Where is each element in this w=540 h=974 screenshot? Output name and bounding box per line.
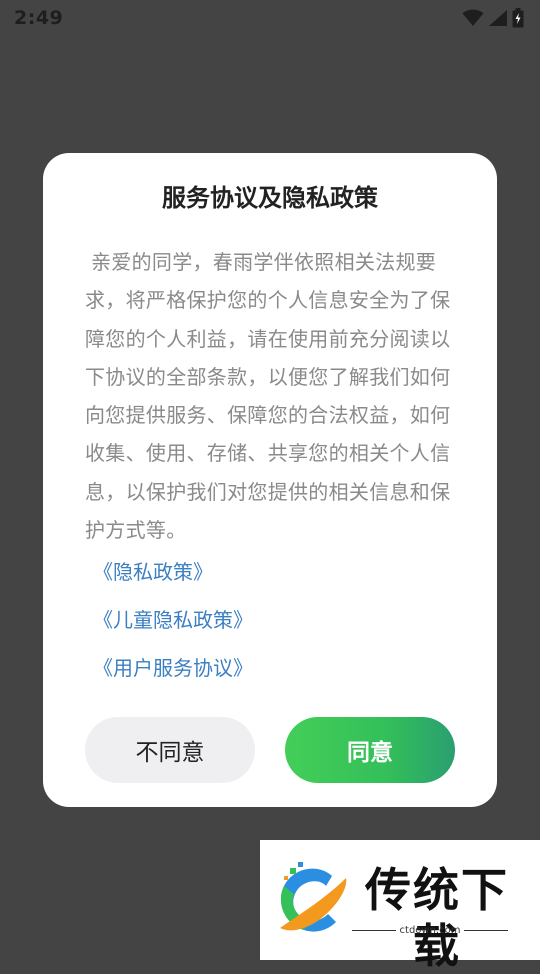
dialog-body-text: 亲爱的同学，春雨学伴依照相关法规要求，将严格保护您的个人信息安全为了保障您的个人… [85, 250, 451, 543]
agree-button[interactable]: 同意 [285, 717, 455, 783]
disagree-button[interactable]: 不同意 [85, 717, 255, 783]
battery-icon [512, 8, 524, 28]
status-icons [462, 8, 524, 28]
children-privacy-policy-link[interactable]: 《儿童隐私政策》 [93, 596, 253, 644]
watermark-domain: ctdown.com [399, 924, 461, 936]
privacy-policy-link[interactable]: 《隐私政策》 [93, 548, 253, 596]
status-bar: 2:49 [0, 0, 540, 36]
status-time: 2:49 [14, 7, 64, 29]
watermark-divider-right [464, 929, 508, 931]
watermark-domain-row: ctdown.com [352, 922, 508, 938]
watermark: 传统下载 ctdown.com [260, 840, 540, 973]
user-service-agreement-link[interactable]: 《用户服务协议》 [93, 644, 253, 692]
policy-links: 《隐私政策》 《儿童隐私政策》 《用户服务协议》 [93, 548, 253, 692]
ctdown-logo-icon [280, 862, 347, 932]
dialog-title: 服务协议及隐私政策 [162, 184, 378, 212]
signal-icon [489, 10, 507, 26]
watermark-brand: 传统下载 [365, 863, 509, 973]
wifi-icon [462, 9, 484, 26]
watermark-divider-left [352, 929, 396, 931]
